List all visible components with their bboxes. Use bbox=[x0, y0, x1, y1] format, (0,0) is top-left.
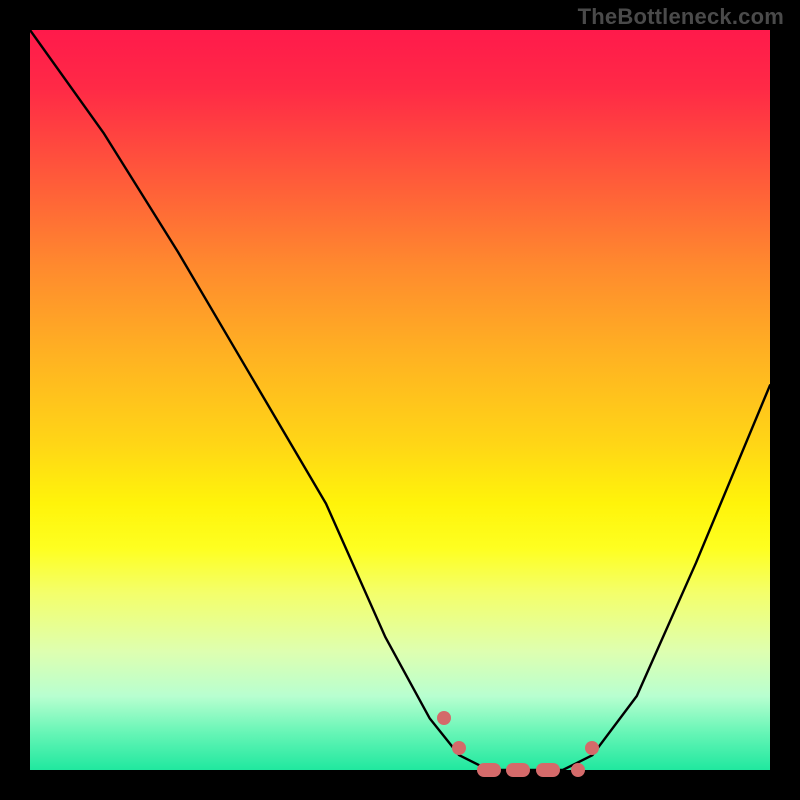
optimal-marker bbox=[585, 741, 599, 755]
optimal-marker bbox=[571, 763, 585, 777]
watermark-text: TheBottleneck.com bbox=[578, 4, 784, 30]
optimal-marker bbox=[506, 763, 530, 777]
optimal-marker-group bbox=[30, 30, 770, 770]
optimal-marker bbox=[452, 741, 466, 755]
optimal-marker bbox=[477, 763, 501, 777]
chart-frame: TheBottleneck.com bbox=[0, 0, 800, 800]
optimal-marker bbox=[536, 763, 560, 777]
optimal-marker bbox=[437, 711, 451, 725]
plot-area bbox=[30, 30, 770, 770]
